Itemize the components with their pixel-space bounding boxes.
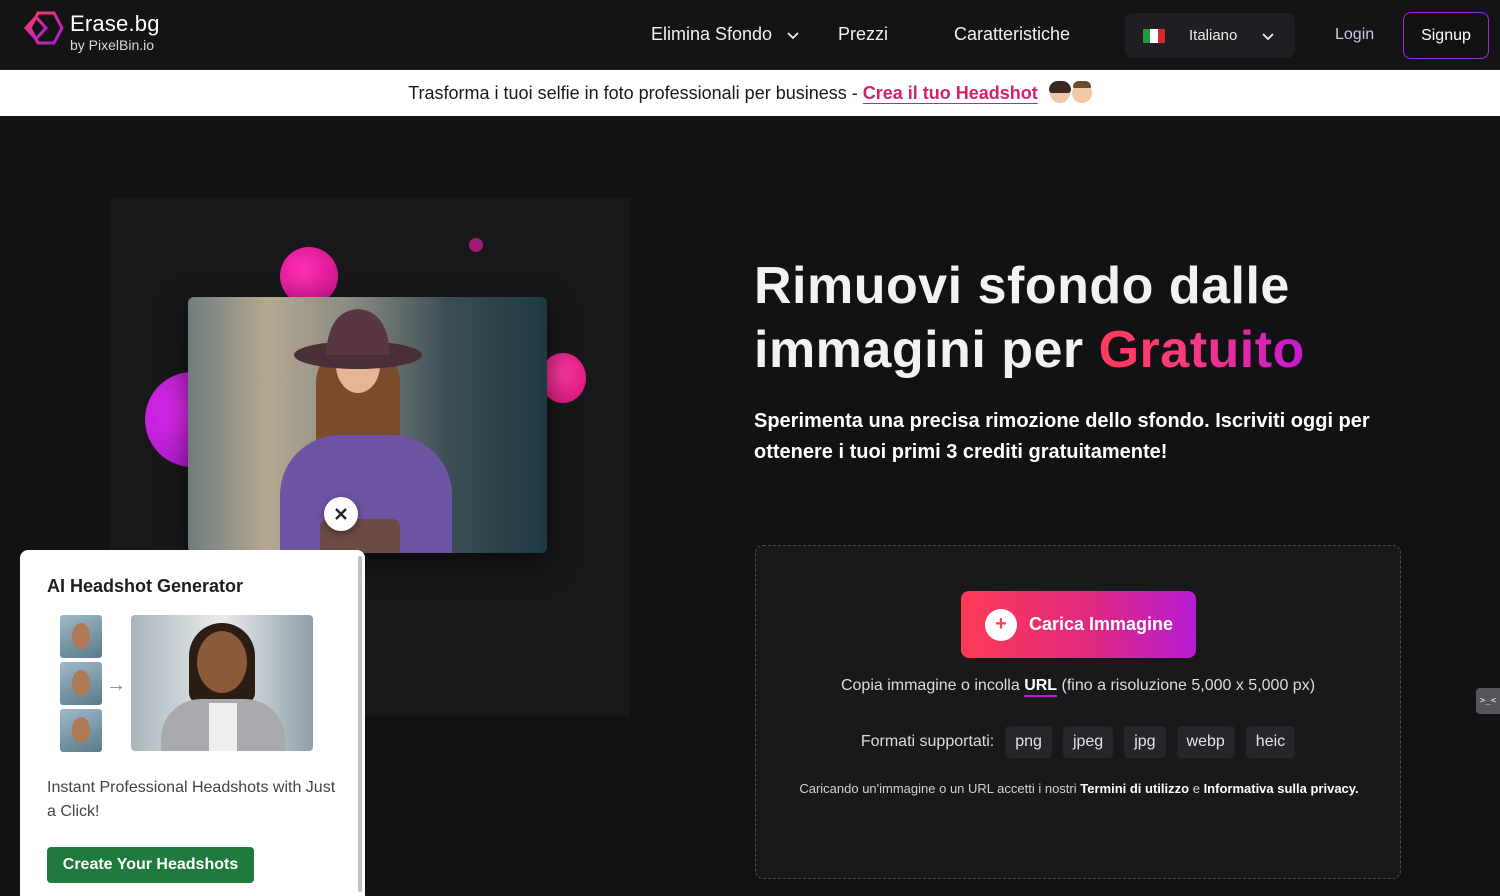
language-selector[interactable]: Italiano [1125,13,1295,58]
close-icon[interactable] [324,497,358,531]
format-chip: jpg [1124,726,1166,758]
italy-flag-icon [1143,28,1165,43]
upload-dropzone[interactable]: + Carica Immagine Copia immagine o incol… [755,545,1401,879]
format-chip: jpeg [1062,726,1114,758]
formats-label: Formati supportati: [860,733,995,750]
upload-image-label: Carica Immagine [1029,614,1174,634]
selfie-thumbnail [60,709,102,752]
create-headshots-button[interactable]: Create Your Headshots [47,847,254,883]
nav-features-label: Caratteristiche [954,24,1071,44]
upload-image-button[interactable]: + Carica Immagine [961,591,1196,658]
popup-description: Instant Professional Headshots with Just… [47,779,336,820]
signup-button[interactable]: Signup [1403,12,1489,59]
side-tab-icon[interactable]: >_< [1476,688,1500,714]
decorative-circle [469,238,483,252]
top-navbar: Erase.bg by PixelBin.io Elimina Sfondo P… [0,0,1500,70]
promo-banner-text: Trasforma i tuoi selfie in foto professi… [408,82,858,103]
sample-photo [188,297,547,553]
login-link[interactable]: Login [1335,26,1374,44]
selfie-thumbnail [60,615,102,658]
people-emoji-icon [1048,81,1092,103]
format-chip: webp [1176,726,1235,758]
logo-subtitle: by PixelBin.io [70,37,155,53]
nav-remove-background-label: Elimina Sfondo [651,24,773,44]
nav-pricing[interactable]: Prezzi [838,24,888,45]
hero-headline-line2: immagini per [754,321,1084,379]
hero-subtitle: Sperimenta una precisa rimozione dello s… [754,410,1370,463]
paste-prefix: Copia immagine o incolla [840,677,1020,694]
paste-suffix: (fino a risoluzione 5,000 x 5,000 px) [1061,677,1316,694]
logo[interactable]: Erase.bg by PixelBin.io [24,11,160,52]
language-label: Italiano [1189,27,1238,44]
popup-scrollbar[interactable] [358,556,362,892]
supported-formats: Formati supportati: png jpeg jpg webp he… [756,726,1400,758]
format-chip: png [1005,726,1052,758]
popup-title: AI Headshot Generator [47,576,244,596]
hero-headline-line1: Rimuovi sfondo dalle [754,257,1290,315]
headshot-result-image [131,615,313,751]
arrow-right-icon: → [106,674,126,696]
hero-headline-highlight: Gratuito [1098,321,1305,379]
erase-bg-logo-icon [24,11,64,45]
hero-headline: Rimuovi sfondo dalle immagini per Gratui… [754,254,1305,382]
headshot-promo-popup: AI Headshot Generator → Instant Professi… [20,550,365,896]
terms-prefix: Caricando un'immagine o un URL accetti i… [799,781,1077,796]
nav-features[interactable]: Caratteristiche [954,24,1070,45]
terms-and: e [1192,781,1200,796]
nav-pricing-label: Prezzi [838,24,889,44]
promo-banner: Trasforma i tuoi selfie in foto professi… [0,70,1500,116]
chevron-down-icon [1262,33,1274,41]
promo-banner-link[interactable]: Crea il tuo Headshot [863,83,1038,104]
selfie-thumbnails [60,615,102,752]
privacy-policy-link[interactable]: Informativa sulla privacy. [1204,781,1359,796]
terms-notice: Caricando un'immagine o un URL accetti i… [796,773,1362,804]
format-chip: heic [1245,726,1296,758]
chevron-down-icon [787,31,799,39]
nav-remove-background[interactable]: Elimina Sfondo [651,24,800,45]
terms-of-use-link[interactable]: Termini di utilizzo [1080,781,1189,796]
selfie-thumbnail [60,662,102,705]
logo-title: Erase.bg [70,11,160,36]
plus-icon: + [985,608,1017,641]
paste-instructions: Copia immagine o incolla URL (fino a ris… [756,677,1400,697]
paste-url-link[interactable]: URL [1024,677,1058,697]
